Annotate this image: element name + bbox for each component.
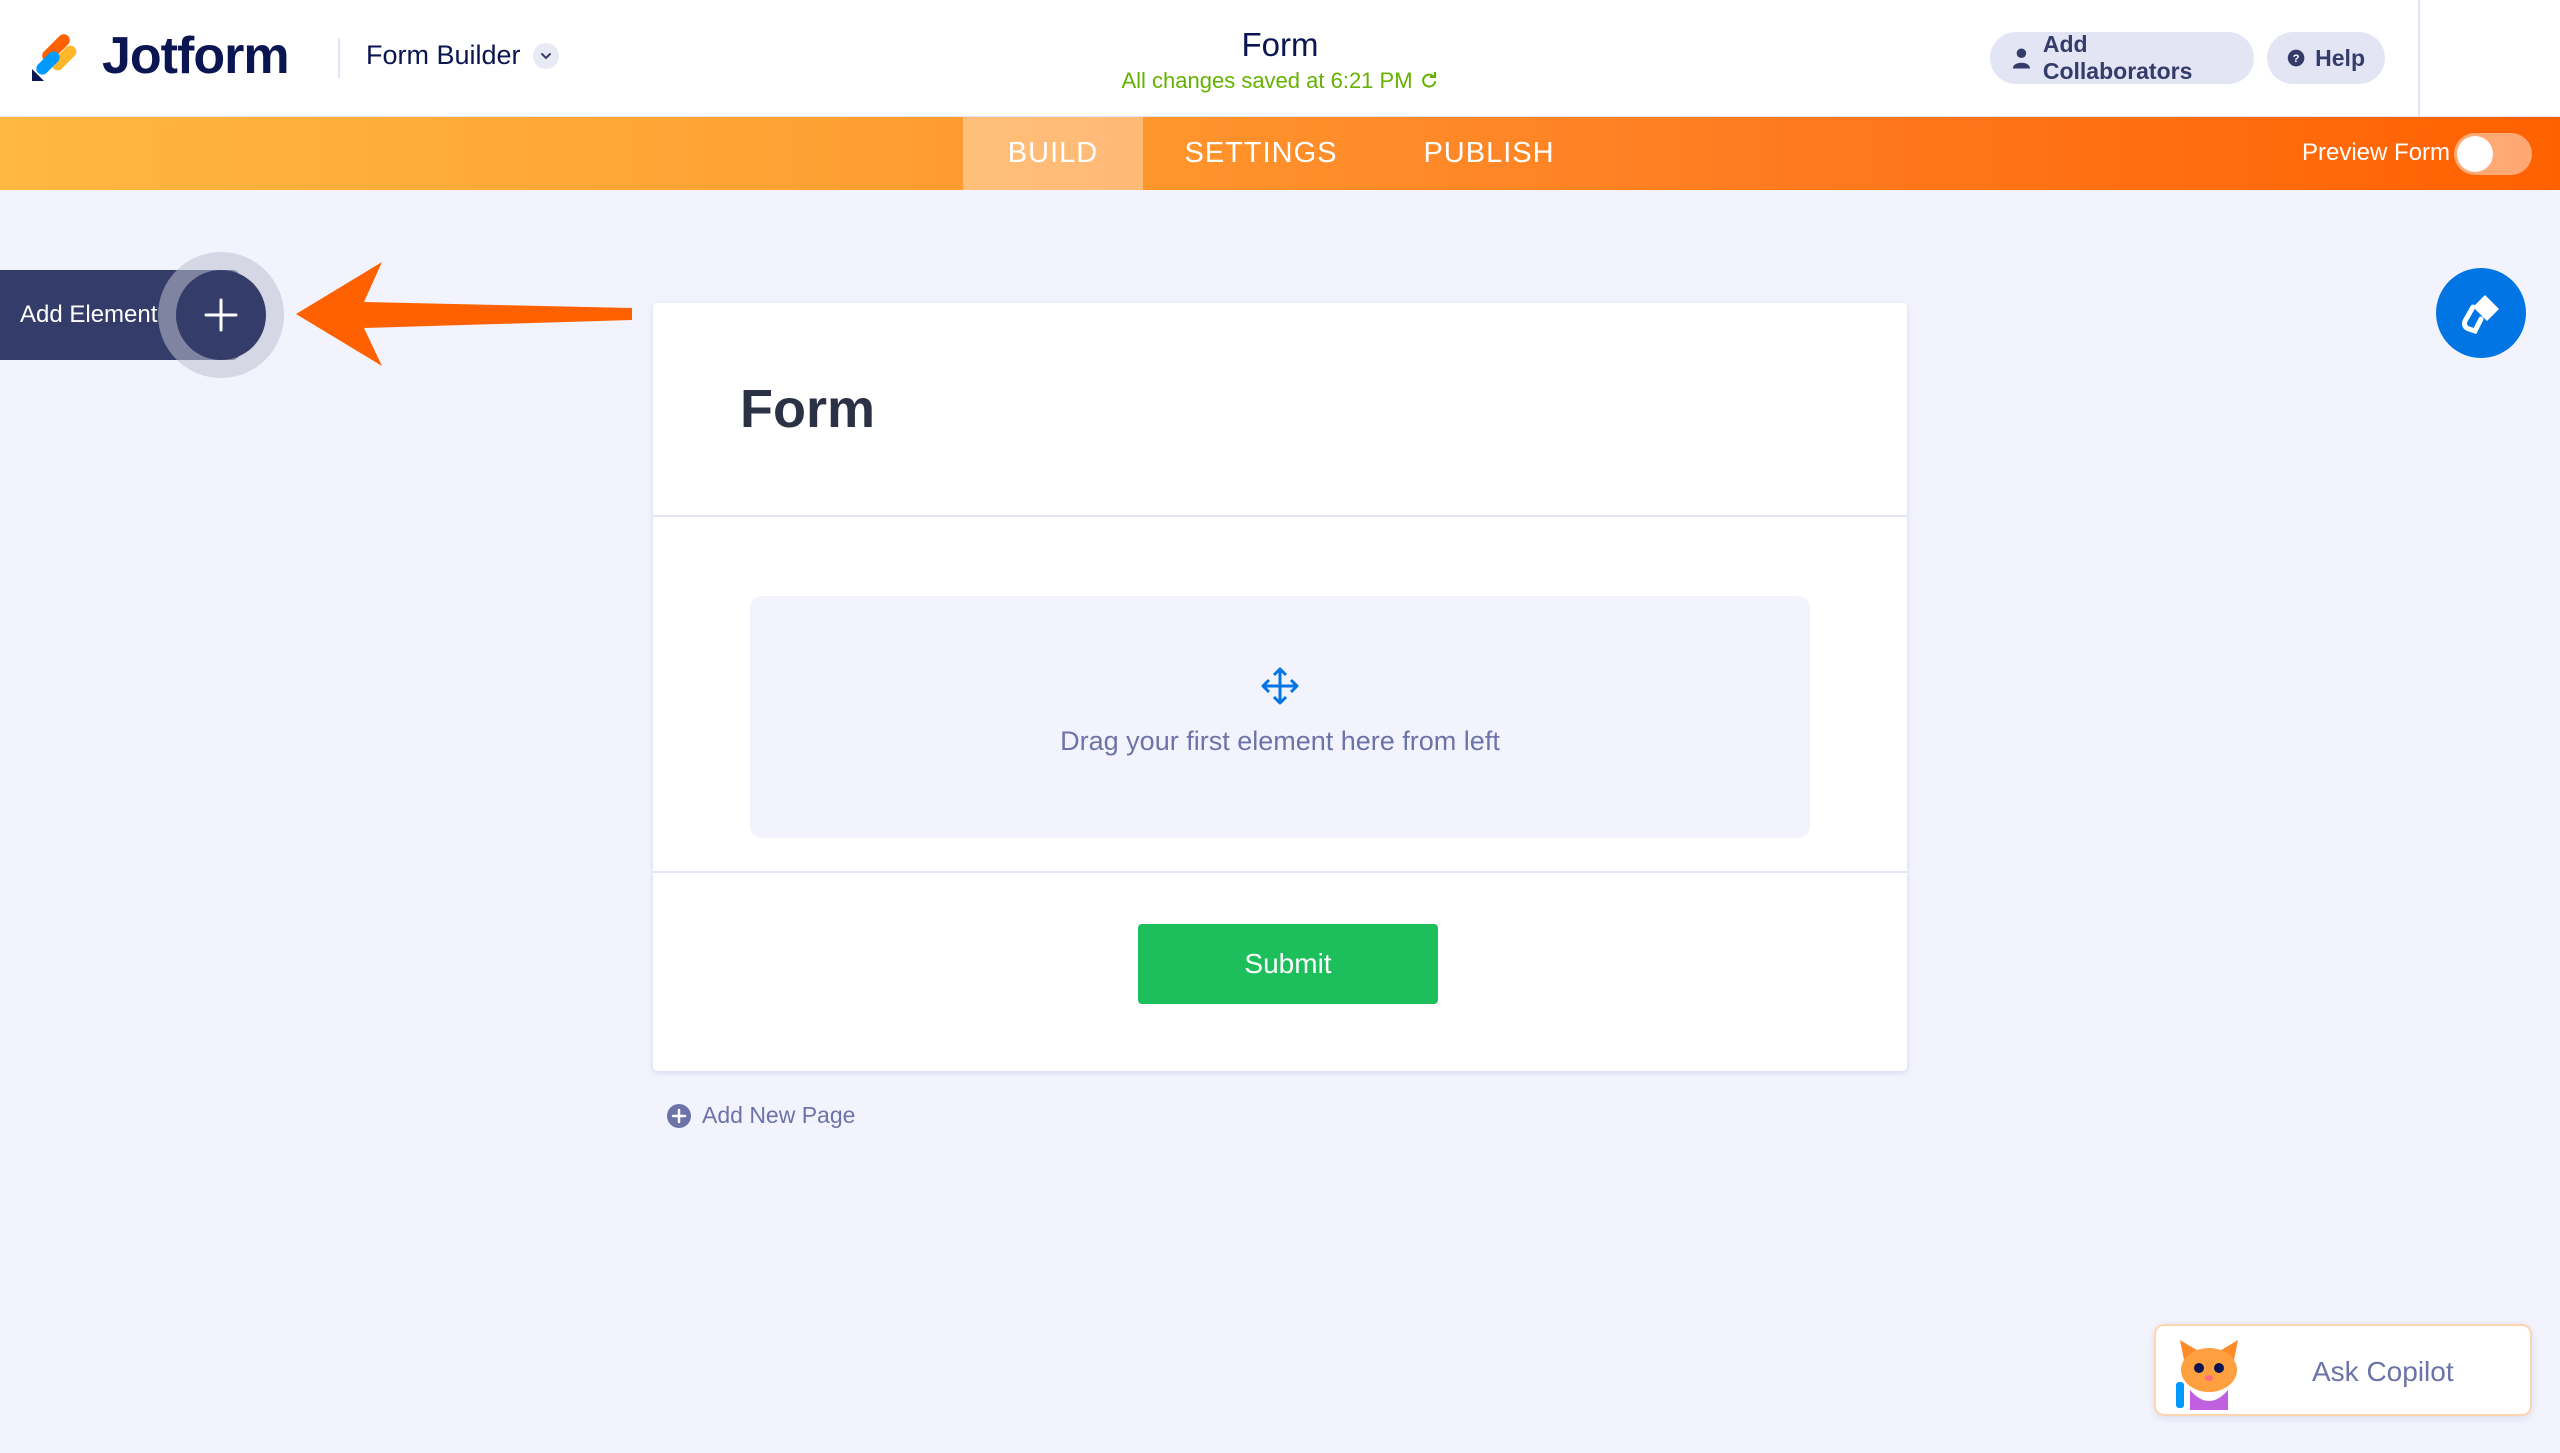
- logo-text: Jotform: [102, 27, 290, 85]
- help-icon: ?: [2287, 49, 2305, 67]
- plus-icon: [204, 298, 238, 332]
- toggle-knob: [2457, 136, 2493, 172]
- user-icon: [2012, 48, 2031, 69]
- form-heading[interactable]: Form: [740, 378, 875, 440]
- tab-publish[interactable]: PUBLISH: [1379, 117, 1599, 190]
- paint-roller-icon: [2462, 295, 2499, 335]
- card-divider: [653, 871, 1907, 873]
- svg-text:?: ?: [2293, 53, 2300, 65]
- drop-zone[interactable]: Drag your first element here from left: [750, 596, 1810, 838]
- top-bar: Jotform Form Builder Form All changes sa…: [0, 0, 2560, 117]
- add-collaborators-label: Add Collaborators: [2042, 31, 2193, 84]
- help-button[interactable]: ? Help: [2267, 32, 2385, 84]
- preview-form-label: Preview Form: [2302, 139, 2451, 166]
- form-card: Form Drag your first element here from l…: [653, 303, 1907, 1071]
- jotform-logo-icon: [32, 34, 77, 81]
- builder-label: Form Builder: [366, 40, 521, 70]
- form-title[interactable]: Form: [1080, 26, 1480, 64]
- nav-bar: BUILD SETTINGS PUBLISH Preview Form: [0, 117, 2560, 190]
- chevron-down-icon: [532, 42, 559, 69]
- add-element-plus-button[interactable]: [176, 270, 266, 360]
- topbar-separator: [2418, 0, 2420, 117]
- save-status-text: All changes saved at 6:21 PM: [1121, 68, 1413, 93]
- tab-build[interactable]: BUILD: [963, 117, 1143, 190]
- save-status: All changes saved at 6:21 PM: [1080, 68, 1480, 94]
- form-designer-button[interactable]: [2436, 268, 2526, 358]
- copilot-mascot-icon: [2176, 1340, 2238, 1410]
- ask-copilot-label: Ask Copilot: [2312, 1356, 2454, 1387]
- plus-circle-icon: [667, 1103, 691, 1128]
- ask-copilot-button[interactable]: Ask Copilot: [2154, 1324, 2532, 1416]
- card-divider: [653, 515, 1907, 517]
- builder-switcher[interactable]: Form Builder: [366, 40, 559, 71]
- header-divider: [338, 38, 340, 78]
- tab-settings[interactable]: SETTINGS: [1143, 117, 1379, 190]
- add-collaborators-button[interactable]: Add Collaborators: [1990, 31, 2254, 84]
- add-element-label: Add Element: [20, 301, 158, 328]
- submit-button[interactable]: Submit: [1138, 924, 1438, 1004]
- move-icon: [1261, 667, 1299, 705]
- pointer-arrow-icon: [296, 262, 632, 366]
- drop-zone-text: Drag your first element here from left: [1060, 726, 1500, 756]
- help-label: Help: [2315, 44, 2365, 71]
- form-title-area: Form All changes saved at 6:21 PM: [1080, 26, 1480, 94]
- preview-form-toggle[interactable]: [2454, 133, 2532, 175]
- refresh-icon[interactable]: [1419, 71, 1439, 91]
- logo[interactable]: Jotform: [30, 26, 290, 86]
- add-new-page-label: Add New Page: [702, 1102, 856, 1128]
- add-new-page-button[interactable]: Add New Page: [666, 1102, 855, 1129]
